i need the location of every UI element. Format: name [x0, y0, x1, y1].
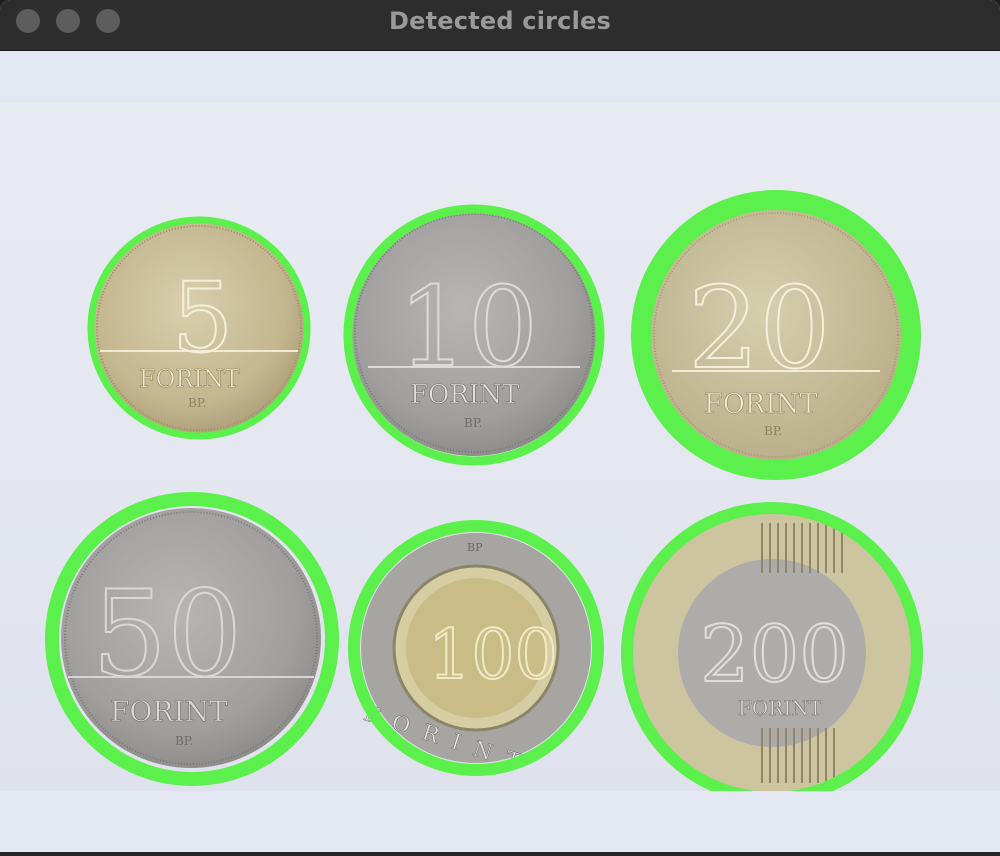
coin-value-label: 100	[428, 616, 558, 695]
coin-value-label: 20	[688, 264, 831, 394]
coin-text-label: FORINT	[110, 695, 228, 728]
image-window: Detected circles 5 FORINT BP. 10 FORINT …	[0, 0, 1000, 852]
coin-value-label: 5	[172, 262, 233, 374]
coin-100-forint: 100 FORINT BP	[348, 520, 604, 780]
window-title: Detected circles	[389, 7, 611, 35]
coin-10-forint: 10 FORINT BP.	[343, 204, 605, 466]
coin-200-forint: 200 FORINT	[621, 502, 923, 804]
coin-value-label: 200	[700, 610, 849, 700]
coin-text-label: FORINT	[139, 365, 240, 393]
coin-text-label: FORINT	[410, 380, 520, 410]
detected-circles-image: 5 FORINT BP. 10 FORINT BP. 20 FORINT BP.…	[45, 190, 923, 804]
coin-mint-label: BP.	[175, 734, 193, 748]
coin-5-forint: 5 FORINT BP.	[87, 216, 311, 440]
coin-mint-label: BP	[467, 541, 483, 554]
coin-photo: 5 FORINT BP. 10 FORINT BP. 20 FORINT BP.…	[0, 103, 1000, 804]
coin-text-label: FORINT	[738, 696, 823, 720]
coin-mint-label: BP.	[188, 396, 206, 410]
coin-20-forint: 20 FORINT BP.	[631, 190, 921, 480]
coin-mint-label: BP.	[764, 424, 782, 438]
coin-value-label: 10	[398, 263, 538, 391]
image-canvas: 5 FORINT BP. 10 FORINT BP. 20 FORINT BP.…	[0, 51, 1000, 852]
coin-value-label: 50	[92, 565, 242, 703]
coin-50-forint: 50 FORINT BP.	[45, 492, 339, 786]
window-bottom-edge	[0, 852, 1000, 856]
coin-mint-label: BP.	[464, 416, 482, 430]
title-bar[interactable]: Detected circles	[0, 0, 1000, 51]
coin-text-label: FORINT	[704, 389, 818, 420]
